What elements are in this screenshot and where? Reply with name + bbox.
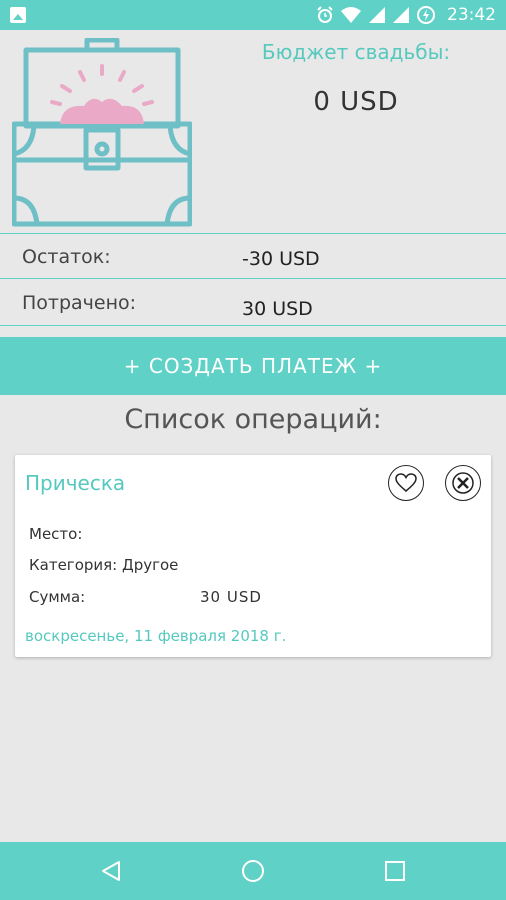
- delete-button[interactable]: [445, 465, 481, 501]
- spent-value: 30 USD: [242, 298, 313, 320]
- signal-icon: [369, 7, 385, 23]
- remaining-label: Остаток:: [22, 246, 111, 268]
- heart-icon: [395, 473, 417, 492]
- wifi-icon: [341, 7, 361, 23]
- remaining-value: -30 USD: [242, 248, 320, 270]
- status-bar: 23:42: [0, 0, 506, 30]
- operation-card[interactable]: Прическа Место: Категория: Другое Сумма:…: [15, 455, 491, 657]
- operation-name: Прическа: [25, 471, 126, 495]
- operations-list-title: Список операций:: [124, 404, 382, 435]
- home-circle-icon: [242, 860, 264, 882]
- close-icon: [452, 472, 474, 494]
- spent-label: Потрачено:: [22, 292, 137, 314]
- sum-label: Сумма:: [29, 588, 86, 606]
- operation-date: воскресенье, 11 февраля 2018 г.: [25, 627, 287, 645]
- treasure-chest-icon: [12, 38, 192, 227]
- sum-value: 30 USD: [200, 588, 262, 606]
- battery-charging-icon: [417, 6, 435, 24]
- image-notification-icon: [10, 7, 26, 23]
- remaining-row: Остаток: -30 USD: [0, 233, 506, 278]
- recents-button[interactable]: [380, 856, 410, 886]
- category-text: Категория: Другое: [29, 556, 179, 574]
- budget-title: Бюджет свадьбы:: [261, 40, 451, 64]
- spent-row: Потрачено: 30 USD: [0, 278, 506, 326]
- home-button[interactable]: [238, 856, 268, 886]
- recents-square-icon: [385, 861, 405, 881]
- signal-icon: [393, 7, 409, 23]
- navigation-bar: [0, 842, 506, 900]
- create-payment-button[interactable]: + СОЗДАТЬ ПЛАТЕЖ +: [0, 337, 506, 395]
- back-button[interactable]: [96, 856, 126, 886]
- status-icons: [316, 5, 436, 25]
- favorite-button[interactable]: [388, 465, 424, 501]
- place-label: Место:: [29, 525, 83, 543]
- clock: 23:42: [447, 5, 496, 25]
- back-triangle-icon: [102, 861, 120, 881]
- budget-value: 0 USD: [313, 87, 399, 117]
- alarm-icon: [317, 6, 333, 23]
